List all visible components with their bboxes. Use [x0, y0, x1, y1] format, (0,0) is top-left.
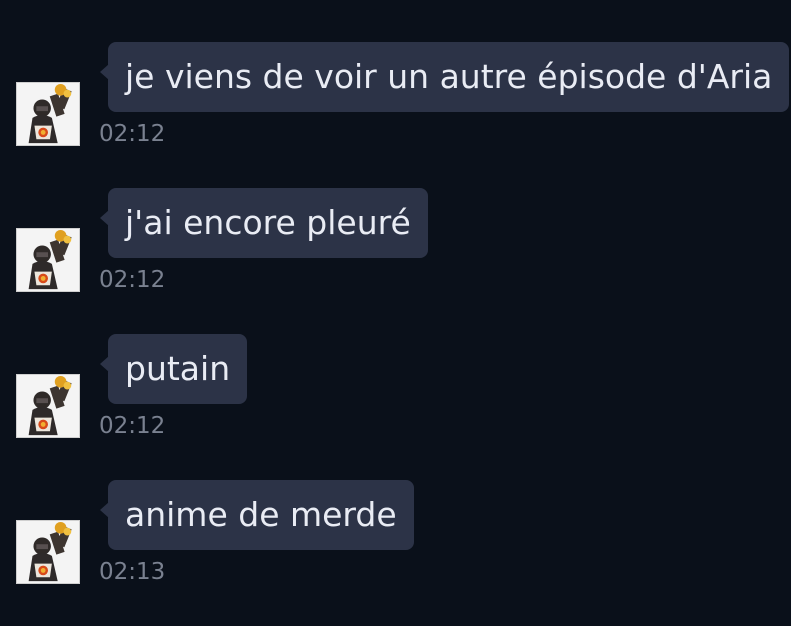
message-bubble[interactable]: je viens de voir un autre épisode d'Aria: [99, 42, 790, 112]
message-bubble[interactable]: putain: [99, 334, 248, 404]
message-bubble[interactable]: j'ai encore pleuré: [100, 188, 428, 258]
message-row: j'ai encore pleuré 02:12: [0, 188, 791, 334]
message-row: je viens de voir un autre épisode d'Aria…: [0, 42, 791, 188]
sender-avatar[interactable]: [16, 228, 80, 292]
praise-the-sun-avatar-icon: [17, 229, 79, 291]
message-timestamp: 02:12: [99, 267, 166, 293]
message-timestamp: 02:12: [99, 121, 166, 147]
message-text: anime de merde: [125, 495, 397, 534]
chat-thread: je viens de voir un autre épisode d'Aria…: [0, 0, 791, 600]
sender-avatar[interactable]: [16, 520, 80, 584]
message-row: anime de merde 02:13: [0, 480, 791, 626]
message-text: je viens de voir un autre épisode d'Aria: [125, 57, 773, 96]
message-bubble[interactable]: anime de merde: [100, 480, 414, 550]
message-timestamp: 02:13: [99, 559, 166, 585]
message-text: j'ai encore pleuré: [125, 203, 411, 242]
praise-the-sun-avatar-icon: [17, 375, 79, 437]
message-timestamp: 02:12: [99, 413, 166, 439]
sender-avatar[interactable]: [16, 82, 80, 146]
message-row: putain 02:12: [0, 334, 791, 480]
praise-the-sun-avatar-icon: [17, 83, 79, 145]
sender-avatar[interactable]: [16, 374, 80, 438]
message-text: putain: [125, 349, 231, 388]
praise-the-sun-avatar-icon: [17, 521, 79, 583]
